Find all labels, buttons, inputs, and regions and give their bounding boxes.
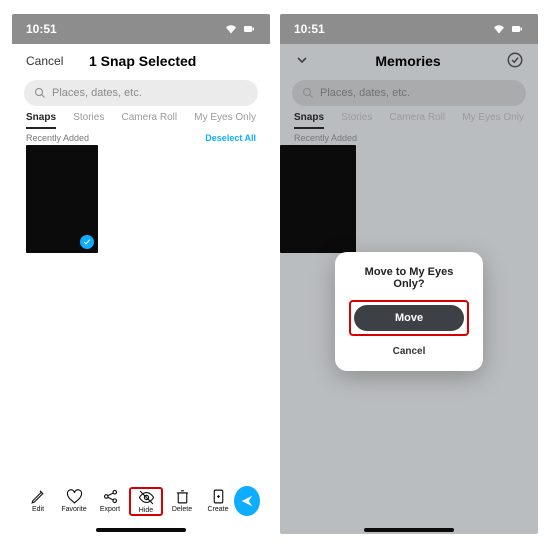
home-indicator [364,528,454,532]
home-indicator [96,528,186,532]
trash-icon [174,488,191,505]
create-button[interactable]: Create [202,488,234,515]
tab-snaps[interactable]: Snaps [26,112,56,129]
highlight-box: Move [349,300,469,336]
heart-icon [66,488,83,505]
battery-icon [510,23,524,35]
move-button[interactable]: Move [354,305,464,331]
snap-thumbnail[interactable] [26,145,98,253]
send-icon [240,494,254,508]
search-icon [34,87,46,99]
move-dialog: Move to My Eyes Only? Move Cancel [335,252,483,371]
export-button[interactable]: Export [94,488,126,515]
create-label: Create [207,506,228,513]
hide-button[interactable]: Hide [130,488,162,515]
create-icon [210,488,227,505]
status-time: 10:51 [294,22,325,36]
delete-button[interactable]: Delete [166,488,198,515]
edit-button[interactable]: Edit [22,488,54,515]
favorite-button[interactable]: Favorite [58,488,90,515]
wifi-icon [492,23,506,35]
tab-camera-roll[interactable]: Camera Roll [122,112,178,129]
status-bar: 10:51 [12,14,270,44]
recently-added-label: Recently Added [26,133,89,143]
status-bar: 10:51 [280,14,538,44]
page-title: 1 Snap Selected [89,53,196,69]
status-icons [224,23,256,35]
favorite-label: Favorite [61,506,86,513]
eye-off-icon [138,489,155,506]
send-button[interactable] [234,486,260,516]
hide-label: Hide [139,507,153,514]
status-icons [492,23,524,35]
pencil-icon [30,488,47,505]
selected-badge [80,235,94,249]
deselect-all-button[interactable]: Deselect All [205,133,256,143]
search-input[interactable]: Places, dates, etc. [24,80,258,106]
nav-bar: Cancel 1 Snap Selected [12,44,270,78]
battery-icon [242,23,256,35]
export-icon [102,488,119,505]
tab-my-eyes-only[interactable]: My Eyes Only [194,112,256,129]
edit-label: Edit [32,506,44,513]
tabs: Snaps Stories Camera Roll My Eyes Only [12,112,270,129]
check-icon [83,238,91,246]
search-placeholder: Places, dates, etc. [52,87,142,99]
dialog-cancel-button[interactable]: Cancel [349,342,469,361]
bottom-toolbar: Edit Favorite Export Hide Delete [12,478,270,524]
export-label: Export [100,506,120,513]
cancel-button[interactable]: Cancel [26,54,63,68]
phone-right: 10:51 Memories Places, dates, etc. Snaps… [280,14,538,534]
wifi-icon [224,23,238,35]
tab-stories[interactable]: Stories [73,112,104,129]
status-time: 10:51 [26,22,57,36]
gallery-header: Recently Added Deselect All [12,129,270,145]
delete-label: Delete [172,506,192,513]
phone-left: 10:51 Cancel 1 Snap Selected Places, dat… [12,14,270,534]
gallery [12,145,270,253]
dialog-title: Move to My Eyes Only? [349,266,469,290]
